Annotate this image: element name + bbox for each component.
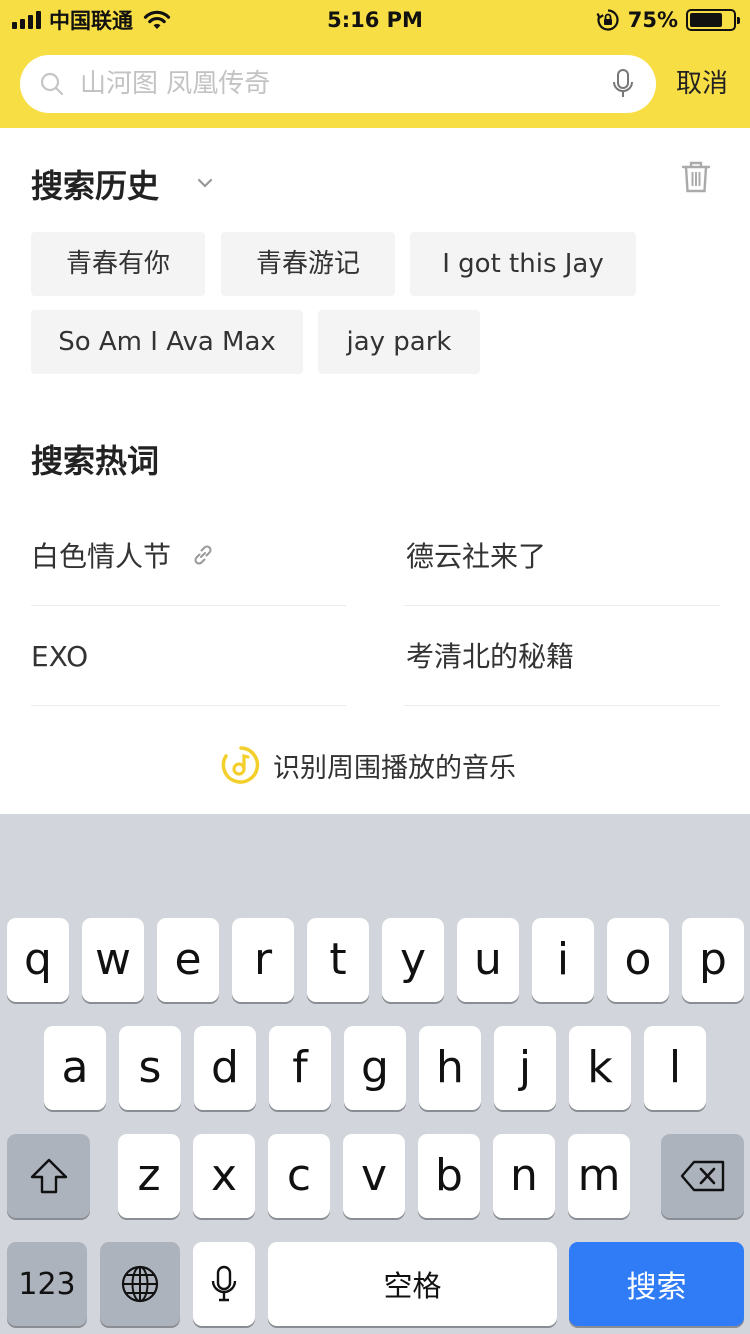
search-input[interactable] bbox=[80, 64, 600, 104]
delete-key[interactable] bbox=[661, 1134, 744, 1218]
key-label: t bbox=[329, 934, 347, 985]
key-z[interactable]: z bbox=[118, 1134, 180, 1218]
status-right: 75% bbox=[596, 6, 740, 34]
key-label: y bbox=[399, 934, 427, 985]
key-label: g bbox=[361, 1042, 389, 1093]
space-key[interactable]: 空格 bbox=[268, 1242, 557, 1326]
battery-level bbox=[690, 13, 722, 27]
shift-key[interactable] bbox=[7, 1134, 90, 1218]
key-x[interactable]: x bbox=[193, 1134, 255, 1218]
key-label: p bbox=[699, 934, 727, 985]
key-j[interactable]: j bbox=[494, 1026, 556, 1110]
history-chip[interactable]: I got this Jay bbox=[410, 232, 636, 296]
battery-percent: 75% bbox=[627, 8, 678, 32]
key-label: k bbox=[587, 1042, 613, 1093]
key-v[interactable]: v bbox=[343, 1134, 405, 1218]
key-m[interactable]: m bbox=[568, 1134, 630, 1218]
key-label: o bbox=[624, 934, 652, 985]
status-bar: 中国联通 5:16 PM 75% bbox=[0, 0, 750, 40]
key-k[interactable]: k bbox=[569, 1026, 631, 1110]
history-chip[interactable]: 青春游记 bbox=[221, 232, 395, 296]
key-label: c bbox=[286, 1150, 312, 1201]
shift-icon bbox=[30, 1158, 67, 1194]
history-chip[interactable]: 青春有你 bbox=[31, 232, 205, 296]
chevron-down-icon[interactable] bbox=[194, 172, 216, 194]
orientation-lock-icon bbox=[596, 9, 619, 31]
search-icon bbox=[40, 72, 64, 96]
search-history-title: 搜索历史 bbox=[31, 167, 160, 205]
numbers-key[interactable]: 123 bbox=[7, 1242, 87, 1326]
key-b[interactable]: b bbox=[418, 1134, 480, 1218]
key-u[interactable]: u bbox=[457, 918, 519, 1002]
key-label: z bbox=[137, 1150, 161, 1201]
key-label: n bbox=[510, 1150, 538, 1201]
search-key[interactable]: 搜索 bbox=[569, 1242, 744, 1326]
history-chip[interactable]: So Am I Ava Max bbox=[31, 310, 303, 374]
key-l[interactable]: l bbox=[644, 1026, 706, 1110]
key-h[interactable]: h bbox=[419, 1026, 481, 1110]
hot-search-item[interactable]: 白色情人节 bbox=[31, 537, 171, 577]
key-g[interactable]: g bbox=[344, 1026, 406, 1110]
key-label: j bbox=[518, 1042, 532, 1093]
key-label: m bbox=[577, 1150, 621, 1201]
divider bbox=[31, 605, 346, 606]
key-label: a bbox=[61, 1042, 89, 1093]
globe-key[interactable] bbox=[100, 1242, 180, 1326]
key-q[interactable]: q bbox=[7, 918, 69, 1002]
key-f[interactable]: f bbox=[269, 1026, 331, 1110]
history-chip[interactable]: jay park bbox=[318, 310, 480, 374]
key-label: u bbox=[474, 934, 502, 985]
search-bar[interactable] bbox=[20, 55, 656, 113]
key-label: r bbox=[253, 934, 273, 985]
key-t[interactable]: t bbox=[307, 918, 369, 1002]
key-label: s bbox=[138, 1042, 162, 1093]
backspace-icon bbox=[680, 1160, 724, 1192]
key-n[interactable]: n bbox=[493, 1134, 555, 1218]
hot-search-item[interactable]: 德云社来了 bbox=[406, 537, 546, 577]
key-a[interactable]: a bbox=[44, 1026, 106, 1110]
cancel-button[interactable]: 取消 bbox=[676, 64, 728, 104]
hot-search-item[interactable]: 考清北的秘籍 bbox=[406, 637, 574, 677]
globe-icon bbox=[121, 1265, 159, 1303]
keyboard: 123 空格 搜索 qwer t yu i op asd f gh j k l zxcvbnm bbox=[0, 814, 750, 1334]
key-label: w bbox=[95, 934, 131, 985]
voice-search-icon[interactable] bbox=[612, 69, 634, 99]
key-c[interactable]: c bbox=[268, 1134, 330, 1218]
key-label: d bbox=[211, 1042, 239, 1093]
key-y[interactable]: y bbox=[382, 918, 444, 1002]
trash-icon[interactable] bbox=[680, 160, 712, 194]
key-label: e bbox=[174, 934, 202, 985]
divider bbox=[31, 705, 346, 706]
key-w[interactable]: w bbox=[82, 918, 144, 1002]
key-o[interactable]: o bbox=[607, 918, 669, 1002]
key-i[interactable]: i bbox=[532, 918, 594, 1002]
recognize-music-label: 识别周围播放的音乐 bbox=[273, 752, 516, 784]
key-e[interactable]: e bbox=[157, 918, 219, 1002]
music-recognize-icon bbox=[221, 746, 260, 784]
key-p[interactable]: p bbox=[682, 918, 744, 1002]
recognize-music-button[interactable]: 识别周围播放的音乐 bbox=[221, 744, 516, 786]
key-label: x bbox=[210, 1150, 238, 1201]
hot-searches-title: 搜索热词 bbox=[31, 442, 160, 480]
divider bbox=[404, 705, 720, 706]
key-d[interactable]: d bbox=[194, 1026, 256, 1110]
microphone-icon bbox=[211, 1265, 237, 1302]
key-s[interactable]: s bbox=[119, 1026, 181, 1110]
key-label: f bbox=[292, 1042, 308, 1093]
key-label: l bbox=[668, 1042, 682, 1093]
dictation-key[interactable] bbox=[193, 1242, 255, 1326]
battery-icon bbox=[686, 9, 740, 31]
key-r[interactable]: r bbox=[232, 918, 294, 1002]
key-label: h bbox=[436, 1042, 464, 1093]
key-label: v bbox=[360, 1150, 388, 1201]
key-label: q bbox=[24, 934, 52, 985]
header: 中国联通 5:16 PM 75% 山河图 凤凰传奇 取消 bbox=[0, 0, 750, 128]
divider bbox=[404, 605, 720, 606]
link-icon bbox=[194, 545, 212, 565]
key-label: b bbox=[435, 1150, 463, 1201]
key-label: i bbox=[556, 934, 570, 985]
hot-search-item[interactable]: EXO bbox=[31, 637, 88, 677]
